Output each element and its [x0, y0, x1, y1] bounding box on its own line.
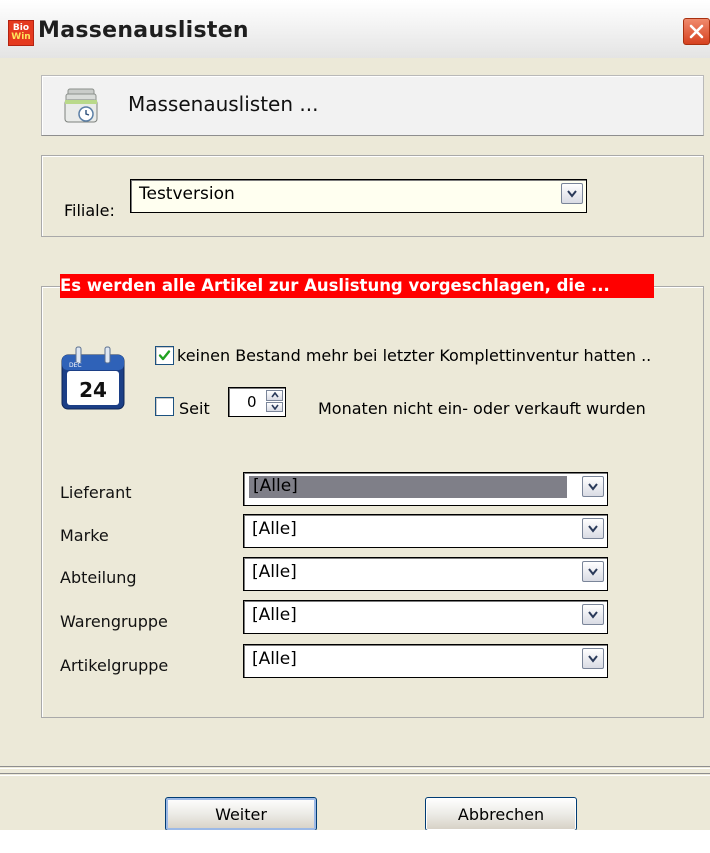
- app-logo: Bio Win: [8, 20, 34, 46]
- filiale-value: Testversion: [139, 184, 235, 204]
- chevron-down-icon[interactable]: [582, 561, 604, 582]
- filter-value-warengruppe: [Alle]: [252, 605, 297, 625]
- chevron-down-icon[interactable]: [582, 648, 604, 669]
- chevron-down-icon[interactable]: [582, 518, 604, 539]
- filter-label-artikelgruppe: Artikelgruppe: [60, 656, 169, 675]
- filiale-select[interactable]: Testversion: [130, 179, 587, 213]
- filter-label-marke: Marke: [60, 526, 109, 545]
- option2-prefix-label: Seit: [179, 399, 210, 418]
- stepper-down-icon[interactable]: [266, 401, 283, 412]
- divider: [0, 768, 710, 769]
- chevron-down-icon[interactable]: [582, 604, 604, 625]
- filter-select-lieferant[interactable]: [Alle]: [243, 472, 608, 506]
- filter-value-lieferant: [Alle]: [248, 475, 568, 499]
- next-button[interactable]: Weiter: [165, 797, 317, 831]
- checkmark-icon: [158, 350, 171, 361]
- cancel-button-label: Abbrechen: [457, 804, 545, 824]
- divider: [0, 766, 710, 767]
- divider: [0, 775, 710, 776]
- close-icon: [689, 24, 704, 39]
- option2-suffix-label: Monaten nicht ein- oder verkauft wurden: [318, 399, 646, 418]
- screen-background: [0, 830, 710, 853]
- criteria-banner: Es werden alle Artikel zur Auslistung vo…: [60, 274, 654, 298]
- filter-label-warengruppe: Warengruppe: [60, 612, 168, 631]
- filter-label-abteilung: Abteilung: [60, 568, 137, 587]
- filter-label-lieferant: Lieferant: [60, 483, 132, 502]
- filter-select-artikelgruppe[interactable]: [Alle]: [243, 644, 608, 678]
- filter-select-marke[interactable]: [Alle]: [243, 514, 608, 548]
- calendar-icon: DEC 24: [61, 346, 125, 410]
- calendar-month: DEC: [69, 362, 82, 369]
- title-bar[interactable]: Bio Win Massenauslisten: [0, 0, 710, 58]
- divider: [0, 773, 710, 774]
- stepper-up-icon[interactable]: [266, 390, 283, 401]
- dialog-window: Bio Win Massenauslisten Massenauslisten …: [0, 0, 710, 831]
- months-stepper[interactable]: 0: [228, 387, 286, 417]
- months-value: 0: [247, 393, 257, 411]
- option1-label: keinen Bestand mehr bei letzter Komplett…: [177, 346, 652, 365]
- cancel-button[interactable]: Abbrechen: [425, 797, 577, 831]
- chevron-down-icon[interactable]: [561, 183, 583, 204]
- header-panel: Massenauslisten ...: [41, 75, 704, 136]
- close-button[interactable]: [683, 18, 710, 45]
- header-title: Massenauslisten ...: [128, 92, 319, 116]
- calendar-day: 24: [79, 378, 107, 402]
- filiale-panel: Filiale: Testversion: [41, 155, 704, 237]
- filiale-label: Filiale:: [64, 201, 115, 220]
- option1-checkbox[interactable]: [155, 346, 174, 365]
- window-title: Massenauslisten: [38, 18, 249, 43]
- filter-select-warengruppe[interactable]: [Alle]: [243, 600, 608, 634]
- option2-checkbox[interactable]: [155, 397, 174, 416]
- chevron-down-icon[interactable]: [582, 476, 604, 497]
- filter-value-marke: [Alle]: [252, 519, 297, 539]
- filter-value-artikelgruppe: [Alle]: [252, 649, 297, 669]
- filter-select-abteilung[interactable]: [Alle]: [243, 557, 608, 591]
- filter-value-abteilung: [Alle]: [252, 562, 297, 582]
- clock-stack-icon: [64, 88, 98, 123]
